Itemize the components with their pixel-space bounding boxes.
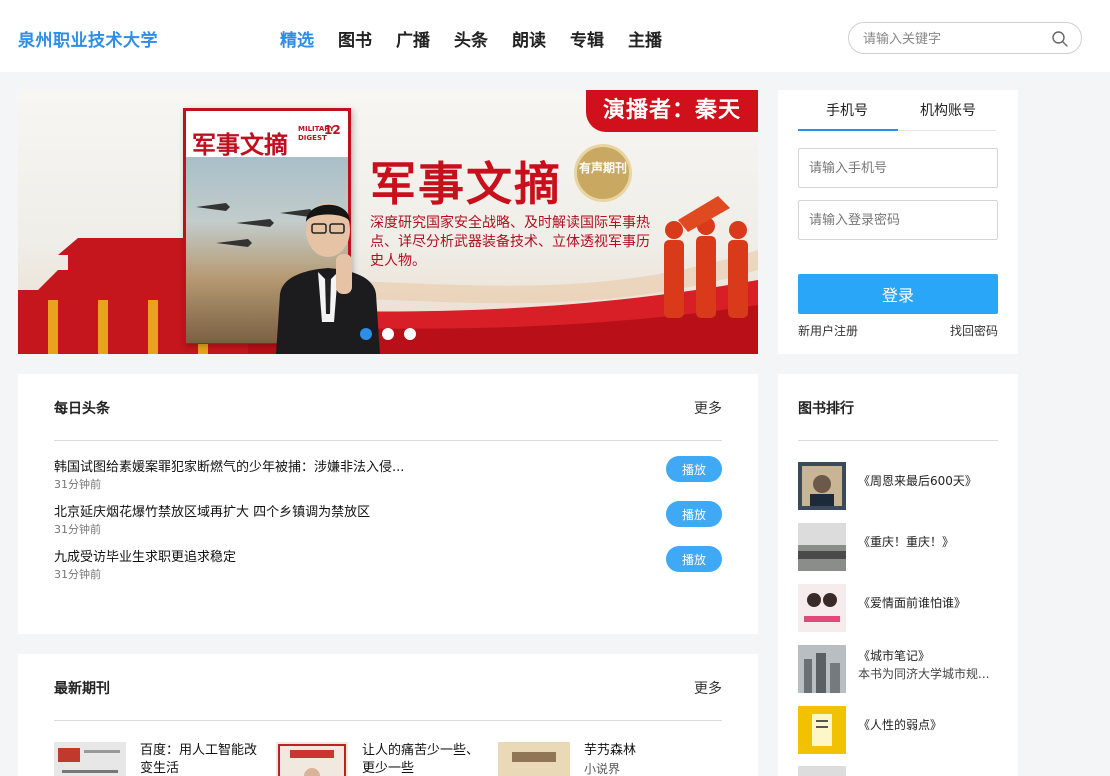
carousel-dot-3[interactable]	[404, 328, 416, 340]
book-cover-image	[798, 523, 846, 571]
ranking-item[interactable]: 《爱情面前谁怕谁》	[798, 584, 998, 632]
nav-item-headlines[interactable]: 头条	[454, 26, 488, 51]
search-icon[interactable]	[1051, 30, 1069, 48]
book-ranking-card: 图书排行 《周恩来最后600天》 《重庆！重庆！》 《爱情面前谁怕谁》 《城市笔…	[778, 374, 1018, 776]
daily-news-card: 每日头条 更多 韩国试图给素媛案罪犯家断燃气的少年被捕：涉嫌非法入侵... 31…	[18, 374, 758, 634]
nav-item-featured[interactable]: 精选	[280, 26, 314, 51]
issue-cover[interactable]	[276, 742, 348, 776]
book-title[interactable]: 《人性的弱点》	[858, 716, 942, 733]
book-title[interactable]: 《爱情面前谁怕谁》	[858, 594, 966, 611]
login-button[interactable]: 登录	[798, 274, 998, 314]
daily-news-title: 每日头条	[54, 401, 110, 417]
nav-item-reading[interactable]: 朗读	[512, 26, 546, 51]
news-item: 九成受访毕业生求职更追求稳定 31分钟前 播放	[54, 546, 724, 586]
login-panel: 手机号 机构账号 登录 新用户注册 找回密码	[778, 90, 1018, 354]
ranking-item[interactable]: 《人性的弱点》	[798, 706, 998, 754]
issue-item[interactable]: 让人的痛苦少一些、更少一些	[276, 742, 486, 776]
site-logo[interactable]: 泉州职业技术大学	[18, 26, 158, 51]
book-title[interactable]: 《周恩来最后600天》	[858, 472, 977, 489]
issue-cover-image	[276, 742, 348, 776]
issue-title[interactable]: 百度：用人工智能改变生活	[140, 742, 264, 776]
search-input[interactable]	[863, 29, 1033, 49]
password-input[interactable]	[798, 200, 998, 240]
news-item: 韩国试图给素媛案罪犯家断燃气的少年被捕：涉嫌非法入侵... 31分钟前 播放	[54, 456, 724, 496]
book-cover-image	[798, 706, 846, 754]
section-divider	[798, 440, 998, 441]
news-time: 31分钟前	[54, 478, 101, 491]
latest-issues-more-link[interactable]: 更多	[694, 678, 722, 698]
book-title[interactable]: 《城市笔记》	[858, 647, 930, 664]
register-link[interactable]: 新用户注册	[798, 322, 858, 339]
ranking-item[interactable]: 《城市笔记》 本书为同济大学城市规...	[798, 645, 998, 693]
hero-banner[interactable]: 演播者：秦天 军事文摘 MILITARY DIGEST 12 军事文摘 有声期刊…	[18, 90, 758, 354]
play-button[interactable]: 播放	[666, 546, 722, 572]
issue-cover-image	[498, 742, 570, 776]
book-description: 本书为同济大学城市规...	[858, 667, 990, 681]
ranking-item[interactable]: 《重庆！重庆！》	[798, 523, 998, 571]
carousel-dots	[360, 328, 426, 340]
magazine-cover-title: 军事文摘	[192, 130, 288, 159]
carousel-dot-1[interactable]	[360, 328, 372, 340]
nav-item-hosts[interactable]: 主播	[628, 26, 662, 51]
carousel-dot-2[interactable]	[382, 328, 394, 340]
news-title[interactable]: 九成受访毕业生求职更追求稳定	[54, 546, 236, 565]
issue-title[interactable]: 让人的痛苦少一些、更少一些	[362, 742, 486, 776]
section-divider	[54, 720, 722, 721]
audio-periodical-badge: 有声期刊	[574, 144, 632, 202]
issue-item[interactable]: 芋艿森林 小说界	[498, 742, 708, 776]
section-divider	[54, 440, 722, 441]
active-tab-underline	[798, 129, 898, 131]
banner-tagline: 深度研究国家安全战略、及时解读国际军事热点、详尽分析武器装备技术、立体透视军事历…	[370, 215, 650, 269]
main-nav: 精选 图书 广播 头条 朗读 专辑 主播	[280, 26, 686, 51]
tab-phone-login[interactable]: 手机号	[826, 100, 868, 120]
play-button[interactable]: 播放	[666, 501, 722, 527]
issue-item[interactable]: 百度：用人工智能改变生活	[54, 742, 264, 776]
tab-org-login[interactable]: 机构账号	[920, 100, 976, 120]
issue-title[interactable]: 芋艿森林	[584, 742, 708, 760]
book-cover-image	[798, 584, 846, 632]
book-cover-image	[798, 462, 846, 510]
presenter-label: 演播者：秦天	[586, 90, 758, 132]
news-title[interactable]: 韩国试图给素媛案罪犯家断燃气的少年被捕：涉嫌非法入侵...	[54, 456, 404, 475]
daily-news-more-link[interactable]: 更多	[694, 398, 722, 418]
latest-issues-title: 最新期刊	[54, 681, 110, 697]
issue-cover[interactable]	[54, 742, 126, 776]
phone-input[interactable]	[798, 148, 998, 188]
book-ranking-title: 图书排行	[798, 401, 854, 417]
book-cover-image	[798, 645, 846, 693]
nav-item-radio[interactable]: 广播	[396, 26, 430, 51]
issue-cover[interactable]	[498, 742, 570, 776]
news-title[interactable]: 北京延庆烟花爆竹禁放区域再扩大 四个乡镇调为禁放区	[54, 501, 370, 520]
banner-title: 军事文摘	[370, 157, 562, 211]
play-button[interactable]: 播放	[666, 456, 722, 482]
news-time: 31分钟前	[54, 523, 101, 536]
issue-cover-image	[54, 742, 126, 776]
news-item: 北京延庆烟花爆竹禁放区域再扩大 四个乡镇调为禁放区 31分钟前 播放	[54, 501, 724, 541]
news-time: 31分钟前	[54, 568, 101, 581]
issue-source: 小说界	[584, 762, 621, 776]
nav-item-albums[interactable]: 专辑	[570, 26, 604, 51]
search-box	[848, 22, 1082, 54]
book-cover-image	[798, 766, 846, 776]
book-title[interactable]: 《重庆！重庆！》	[858, 533, 954, 550]
magazine-issue-number: 12	[324, 123, 341, 137]
ranking-item[interactable]: 《周恩来最后600天》	[798, 462, 998, 510]
forgot-password-link[interactable]: 找回密码	[950, 322, 998, 339]
top-header: 泉州职业技术大学 精选 图书 广播 头条 朗读 专辑 主播	[0, 0, 1110, 72]
nav-item-books[interactable]: 图书	[338, 26, 372, 51]
